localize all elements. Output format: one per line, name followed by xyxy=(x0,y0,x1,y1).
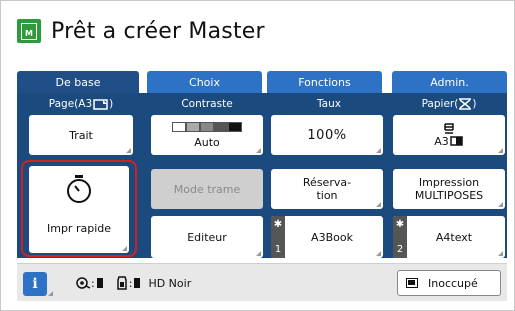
memory-1-label: A3Book xyxy=(311,230,353,244)
paper-stack-icon xyxy=(444,122,454,134)
paper-feed-icon xyxy=(459,98,472,110)
label-page-close: ) xyxy=(109,98,114,110)
reservation-line2: tion xyxy=(316,189,338,202)
tab-de-base[interactable]: De base xyxy=(17,71,139,93)
editor-button[interactable]: Editeur xyxy=(151,216,263,258)
label-papier-close: ) xyxy=(472,98,477,110)
idle-status-button[interactable]: Inoccupé xyxy=(397,270,501,296)
contrast-scale-icon xyxy=(172,121,242,132)
tab-admin[interactable]: Admin. xyxy=(392,71,507,93)
memory-2-button[interactable]: ✱ 2 A4text xyxy=(393,216,505,258)
page-title: Prêt a créer Master xyxy=(51,18,265,44)
status-bar: i : : HD Noir Inoccupé xyxy=(17,263,507,301)
landscape-paper-icon xyxy=(450,136,463,146)
monitor-icon xyxy=(406,278,418,288)
label-papier-text: Papier( xyxy=(421,98,459,110)
master-roll-icon xyxy=(76,277,91,289)
info-button[interactable]: i xyxy=(23,272,53,296)
master-icon: M xyxy=(17,19,41,43)
ink-cartridge-icon xyxy=(116,276,127,290)
memory-1-tag: ✱ 1 xyxy=(271,216,285,258)
multi-up-line1: Impression xyxy=(418,176,480,189)
paper-button[interactable]: A3 xyxy=(393,115,505,155)
memory-2-number: 2 xyxy=(396,244,404,255)
reservation-button[interactable]: Réserva- tion xyxy=(271,169,383,209)
reservation-line1: Réserva- xyxy=(302,176,352,189)
info-icon: i xyxy=(32,276,38,292)
printer-panel: M Prêt a créer Master De base Choix Fonc… xyxy=(0,0,515,311)
header: M Prêt a créer Master xyxy=(17,13,265,49)
label-papier: Papier( ) xyxy=(393,97,505,111)
multi-up-print-button[interactable]: Impression MULTIPOSES xyxy=(393,169,505,209)
page-mode-button[interactable]: Trait xyxy=(29,115,133,155)
star-icon: ✱ xyxy=(273,219,283,230)
contrast-button[interactable]: Auto xyxy=(151,115,263,155)
screening-mode-button[interactable]: Mode trame xyxy=(151,169,263,209)
paper-value-row: A3 xyxy=(434,135,464,148)
paper-value: A3 xyxy=(434,134,449,148)
tab-fonctions[interactable]: Fonctions xyxy=(267,71,382,93)
ink-color-label: HD Noir xyxy=(148,276,192,290)
multi-up-line2: MULTIPOSES xyxy=(414,189,484,202)
ratio-button[interactable]: 100% xyxy=(271,115,383,155)
editor-label: Editeur xyxy=(187,230,227,244)
tab-bar: De base Choix Fonctions Admin. xyxy=(17,71,507,93)
memory-2-label: A4text xyxy=(435,230,473,244)
quick-print-highlight xyxy=(21,160,137,257)
ratio-value: 100% xyxy=(307,127,347,143)
screening-mode-label: Mode trame xyxy=(173,182,241,196)
contrast-value: Auto xyxy=(194,135,220,149)
tab-choix[interactable]: Choix xyxy=(147,71,262,93)
memory-2-tag: ✱ 2 xyxy=(393,216,407,258)
star-icon: ✱ xyxy=(395,219,405,230)
page-mode-value: Trait xyxy=(69,128,93,142)
idle-status-label: Inoccupé xyxy=(428,276,478,290)
memory-1-number: 1 xyxy=(274,244,282,255)
label-taux: Taux xyxy=(317,98,341,110)
landscape-icon xyxy=(93,98,108,110)
label-page-text: Page(A3 xyxy=(48,98,93,110)
label-contraste: Contraste xyxy=(181,98,233,110)
status-consumables: : : HD Noir xyxy=(75,274,191,292)
master-icon-letter: M xyxy=(25,28,33,38)
label-page: Page(A3 ) xyxy=(25,97,137,111)
memory-1-button[interactable]: ✱ 1 A3Book xyxy=(271,216,383,258)
